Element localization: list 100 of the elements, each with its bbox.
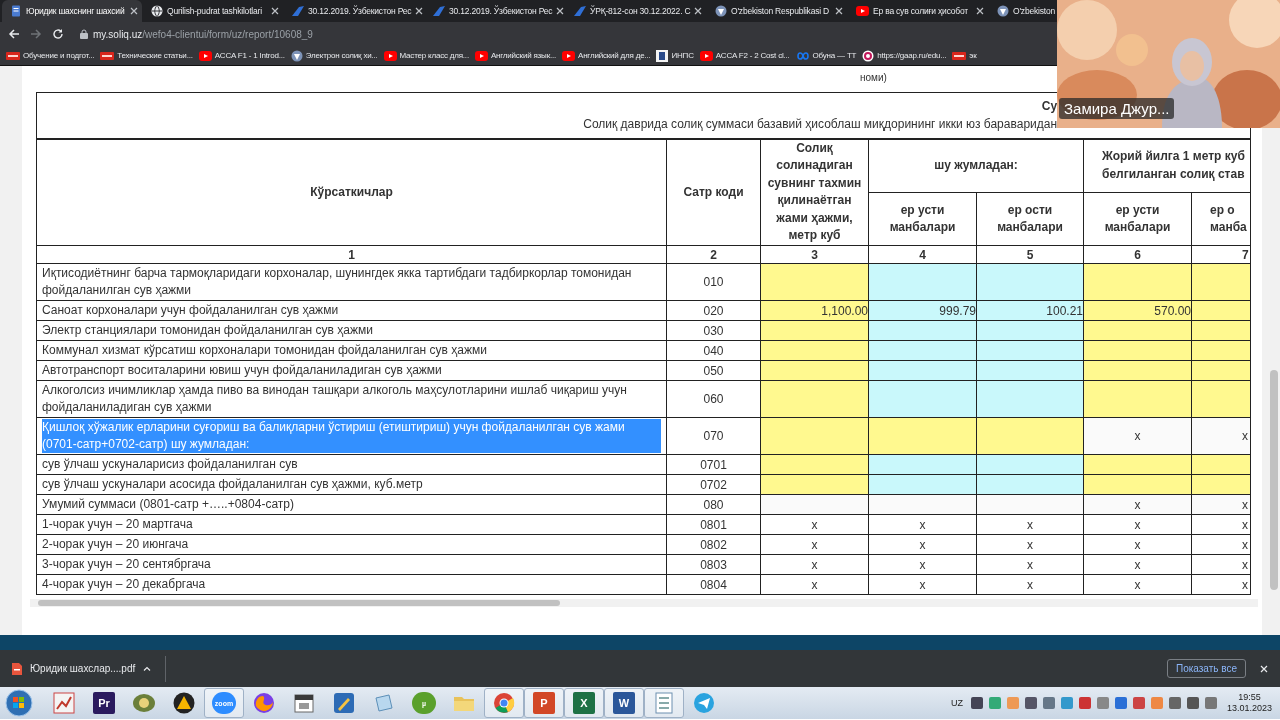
browser-tab[interactable]: Ер ва сув солиғи ҳисобот	[848, 0, 988, 22]
infinity-icon	[795, 51, 810, 60]
forward-arrow-icon[interactable]	[30, 28, 42, 40]
bookmark[interactable]: Мастер класс для...	[383, 50, 469, 61]
bookmark[interactable]: Электрон солиқ хи...	[290, 49, 378, 62]
close-icon[interactable]	[415, 7, 424, 15]
table-cell: 0702	[666, 474, 761, 495]
row-label: Саноат корхоналари учун фойдаланилган сув ҳажми	[42, 302, 340, 319]
input-field[interactable]	[976, 380, 1084, 418]
row-label: 1-чорак учун – 20 мартгача	[42, 516, 194, 533]
browser-tab[interactable]: 30.12.2019. Ўзбекистон Рес	[425, 0, 565, 22]
table-cell: 0803	[666, 554, 761, 575]
horizontal-scrollbar[interactable]	[30, 599, 1258, 607]
input-field[interactable]	[1191, 380, 1251, 418]
input-field[interactable]	[868, 263, 977, 301]
browser-tab[interactable]: O'zbekiston Respublikasi D	[707, 0, 847, 22]
paper-plane-icon	[693, 692, 715, 714]
input-field[interactable]	[1083, 380, 1192, 418]
row-label: Коммунал хизмат кўрсатиш корхоналари томонидан фойдаланилган сув ҳажми	[42, 342, 488, 359]
chart-icon	[53, 692, 75, 714]
address-field[interactable]: my.soliq.uz/wefo4-clientui/form/uz/report/10608_9	[93, 28, 313, 40]
bookmark[interactable]: ИНПС	[656, 49, 694, 62]
input-field[interactable]	[760, 380, 869, 418]
row-label: 2-чорак учун – 20 июнгача	[42, 536, 190, 553]
letter-tile-icon: W	[613, 692, 635, 714]
column-header: ер о манба	[1191, 192, 1251, 246]
scrollbar-thumb[interactable]	[1270, 370, 1278, 590]
close-icon[interactable]	[556, 7, 565, 15]
table-cell: 070	[666, 417, 761, 455]
browser-tab[interactable]: O'zbekiston	[989, 0, 1059, 22]
bookmark[interactable]: https://gaap.ru/edu...	[862, 49, 947, 62]
video-play-icon	[699, 50, 713, 61]
bookmark[interactable]: Технические статьи...	[100, 51, 193, 60]
row-label: 3-чорак учун – 20 сентябргача	[42, 556, 212, 573]
browser-tab[interactable]: ЎРҚ-812-сон 30.12.2022. С	[566, 0, 706, 22]
close-icon[interactable]	[130, 7, 138, 15]
table-cell: x	[1083, 417, 1192, 455]
row-label: сув ўлчаш ускуналари асосида фойдаланилган сув ҳажми, куб.метр	[42, 476, 424, 493]
input-field[interactable]	[1191, 263, 1251, 301]
video-play-icon	[383, 50, 397, 61]
taskbar-button[interactable]: W	[604, 688, 644, 718]
close-icon[interactable]	[976, 7, 984, 15]
table-cell: 0802	[666, 534, 761, 555]
browser-tab[interactable]: 30.12.2019. Ўзбекистон Рес	[284, 0, 424, 22]
download-file-name[interactable]: Юридик шахслар....pdf	[30, 663, 136, 674]
input-field[interactable]	[760, 417, 869, 455]
video-play-icon	[474, 50, 488, 61]
table-cell: 060	[666, 380, 761, 418]
input-field[interactable]	[976, 417, 1084, 455]
table-cell: 050	[666, 360, 761, 381]
pdf-file-icon	[12, 662, 22, 675]
column-number: 7	[1191, 245, 1251, 264]
close-icon[interactable]	[694, 7, 703, 15]
close-icon[interactable]	[271, 7, 279, 15]
bookmark[interactable]: ACCA F2 - 2 Cost cl...	[699, 50, 790, 61]
column-header: ер усти манбалари	[868, 192, 977, 246]
row-label: Алкоголсиз ичимликлар ҳамда пиво ва винодан ташқари алкоголь маҳсулотларини ишлаб чиқариш учун фойдаланиладиган сув ҳажми	[42, 382, 628, 416]
taskbar-button[interactable]: P	[524, 688, 564, 718]
input-field[interactable]	[760, 263, 869, 301]
bookmark[interactable]: Обуна — ТТ	[795, 51, 857, 60]
column-header: Кўрсаткичлар	[36, 138, 667, 246]
browser-tab[interactable]: Qurilish-pudrat tashkilotlari	[143, 0, 283, 22]
row-label: Электр станциялари томонидан фойдаланилган сув ҳажми	[42, 322, 374, 339]
table-cell: 0701	[666, 454, 761, 475]
column-header: шу жумладан:	[868, 138, 1084, 193]
row-label: Қишлоқ хўжалик ерларини суғориш ва балиқларни ўстириш (етиштириш) учун фойдаланилган сув жами (0701-сатр+0702-сатр) шу жумладан:	[42, 419, 661, 453]
start-orb-icon[interactable]	[4, 688, 34, 718]
browser-tab[interactable]: Юридик шахснинг шахсий	[2, 0, 142, 22]
column-header: Жорий йилга 1 метр куб белгиланган солиқ став	[1083, 138, 1251, 193]
column-number: 2	[666, 245, 761, 264]
paper-icon	[373, 692, 395, 714]
column-header: Солиқ солинадиган сувнинг тахмин қилинаётган жами ҳажми, метр куб	[760, 138, 869, 246]
bookmark[interactable]: Обучение и подгот...	[6, 51, 95, 60]
input-field[interactable]	[868, 417, 977, 455]
pen-icon	[333, 692, 355, 714]
bookmark[interactable]: Английский язык...	[474, 50, 556, 61]
emblem-icon	[290, 49, 303, 62]
bookmark[interactable]: ACCA F1 - 1 Introd...	[198, 50, 285, 61]
language-indicator[interactable]: UZ	[950, 698, 963, 708]
globe-icon	[253, 692, 275, 714]
logo-icon	[952, 51, 967, 60]
input-field[interactable]	[868, 380, 977, 418]
column-number: 6	[1083, 245, 1192, 264]
reload-icon[interactable]	[52, 28, 64, 40]
table-cell: 080	[666, 494, 761, 515]
back-arrow-icon[interactable]	[8, 28, 20, 40]
bookmark[interactable]: эк	[952, 51, 977, 60]
input-field[interactable]	[1083, 263, 1192, 301]
close-icon[interactable]	[835, 7, 843, 15]
caret-up-icon[interactable]	[143, 666, 152, 671]
input-field[interactable]	[976, 263, 1084, 301]
show-all-button[interactable]: Показать все	[1166, 659, 1246, 678]
clock[interactable]: 19:55 13.01.2023	[1226, 692, 1272, 714]
participant-name: Замира Джур...	[1059, 98, 1175, 119]
taskbar-button[interactable]: X	[564, 688, 604, 718]
video-play-icon	[562, 50, 575, 61]
tray-icons-drawing[interactable]	[970, 694, 1219, 712]
column-header: ер ости манбалари	[976, 192, 1084, 246]
taskbar-button[interactable]: Pr	[84, 688, 124, 718]
bookmark[interactable]: Английский для де...	[562, 50, 651, 61]
